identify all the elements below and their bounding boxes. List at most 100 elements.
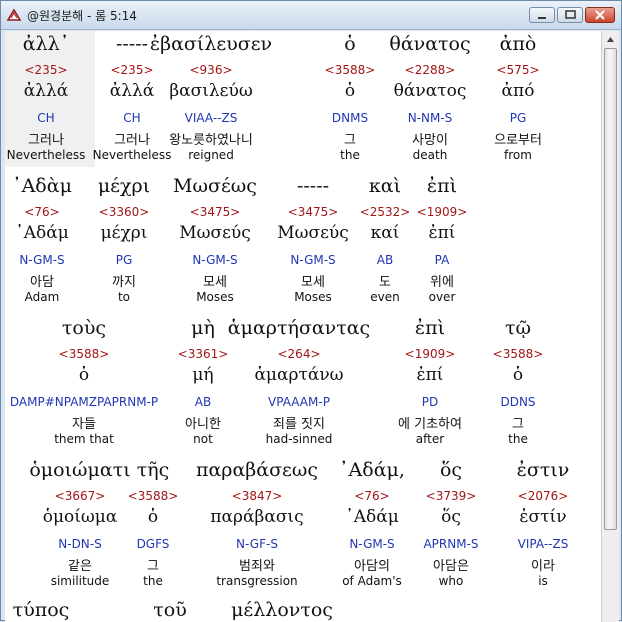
greek-word[interactable]: -----	[116, 33, 148, 55]
greek-word[interactable]: -----	[297, 175, 329, 197]
lemma-word: ἀλλά	[23, 81, 69, 101]
parsing-code: AB	[376, 253, 394, 267]
parsing-code: N-GM-S	[19, 253, 65, 267]
greek-word[interactable]: ὅς	[440, 459, 462, 481]
strong-number: <76>	[24, 205, 60, 219]
korean-gloss: 그	[147, 559, 159, 574]
parsing-code: PD	[421, 395, 439, 409]
strong-number: <76>	[354, 489, 390, 503]
english-gloss: is	[538, 574, 548, 588]
strong-number: <3588>	[127, 489, 179, 503]
lemma-word: ὁ	[78, 365, 90, 385]
english-gloss: similitude	[50, 574, 110, 588]
strong-number: <3667>	[54, 489, 106, 503]
greek-word[interactable]: μὴ	[191, 317, 215, 339]
strong-number: <3475>	[287, 205, 339, 219]
interlinear-view[interactable]: ἀλλ᾽ <235> ἀλλά CH 그러나 Nevertheless ----- <235>…	[5, 31, 601, 622]
korean-gloss: 그	[344, 133, 356, 148]
greek-word[interactable]: ἐβασίλευσεν	[150, 33, 272, 55]
parsing-code: PG	[115, 253, 133, 267]
english-gloss: Adam	[24, 290, 60, 304]
korean-gloss: 아담	[30, 275, 54, 290]
scroll-thumb[interactable]	[604, 48, 617, 530]
greek-word[interactable]: ἐπὶ	[415, 317, 445, 339]
korean-gloss: 모세	[203, 275, 227, 290]
lemma-word: καί	[370, 223, 400, 243]
lemma-word: ἐπί	[416, 365, 444, 385]
minimize-button[interactable]	[529, 7, 555, 23]
parsing-code: N-GM-S	[349, 537, 395, 551]
english-gloss: over	[428, 290, 456, 304]
english-gloss: transgression	[216, 574, 298, 588]
lemma-word: Μωσεύς	[277, 223, 349, 243]
strong-number: <1909>	[416, 205, 468, 219]
english-gloss: reigned	[188, 148, 234, 162]
korean-gloss: 으로부터	[494, 133, 542, 148]
strong-number: <575>	[496, 63, 540, 77]
strong-number: <235>	[24, 63, 68, 77]
korean-gloss: 이라	[531, 559, 555, 574]
korean-gloss: 죄를 짓지	[273, 417, 325, 432]
greek-word[interactable]: ἁμαρτήσαντας	[228, 317, 370, 339]
korean-gloss: 그	[512, 417, 524, 432]
greek-word[interactable]: θάνατος	[389, 33, 470, 55]
lemma-word: ὁ	[512, 365, 524, 385]
greek-word[interactable]: τῷ	[505, 317, 531, 339]
lemma-word: μέχρι	[100, 223, 148, 243]
lemma-word: ᾽Αδάμ	[345, 507, 399, 527]
greek-word[interactable]: ᾽Αδάμ,	[339, 459, 405, 481]
greek-word[interactable]: καὶ	[369, 175, 401, 197]
lemma-word: ἐπί	[428, 223, 456, 243]
lemma-word: ὁμοίωμα	[42, 507, 118, 527]
title-bar[interactable]: @원경분해 - 롬 5:14	[1, 1, 621, 30]
korean-gloss: 모세	[301, 275, 325, 290]
english-gloss: had-sinned	[265, 432, 333, 446]
greek-word[interactable]: ἐστιν	[517, 459, 570, 481]
scroll-up-arrow-icon[interactable]	[602, 31, 619, 48]
greek-word[interactable]: τοῦ	[153, 599, 187, 621]
greek-word[interactable]: ἐπὶ	[427, 175, 457, 197]
lemma-word: ᾽Αδάμ	[15, 223, 69, 243]
greek-word[interactable]: ἀπὸ	[500, 33, 537, 55]
close-button[interactable]	[585, 7, 615, 23]
greek-word[interactable]: μέλλοντος	[231, 599, 333, 621]
greek-word[interactable]: τοὺς	[62, 317, 106, 339]
app-icon	[6, 8, 22, 21]
parsing-code: AB	[194, 395, 212, 409]
greek-word[interactable]: τῆς	[137, 459, 170, 481]
greek-word[interactable]: ἀλλ᾽	[23, 33, 69, 55]
maximize-button[interactable]	[557, 7, 583, 23]
vertical-scrollbar[interactable]	[601, 31, 619, 622]
greek-word[interactable]: ὁ	[344, 33, 355, 55]
parsing-code: N-GM-S	[290, 253, 336, 267]
lemma-word: ἐστίν	[519, 507, 567, 527]
parsing-code: N-GF-S	[236, 537, 278, 551]
greek-word[interactable]: μέχρι	[98, 175, 150, 197]
greek-word[interactable]: Μωσέως	[173, 175, 257, 197]
lemma-word: ἀλλά	[109, 81, 155, 101]
english-gloss: after	[415, 432, 445, 446]
english-gloss: Nevertheless	[6, 148, 86, 162]
english-gloss: even	[370, 290, 400, 304]
greek-word[interactable]: παραβάσεως	[196, 459, 318, 481]
english-gloss: death	[412, 148, 448, 162]
lemma-word: βασιλεύω	[169, 81, 253, 101]
parsing-code: VIAA--ZS	[184, 111, 238, 125]
strong-number: <3475>	[189, 205, 241, 219]
maximize-icon	[565, 10, 576, 19]
lemma-word: Μωσεύς	[179, 223, 251, 243]
korean-gloss: 사망이	[412, 133, 448, 148]
korean-gloss: 도	[379, 275, 391, 290]
korean-gloss: 까지	[112, 275, 136, 290]
greek-word[interactable]: ὁμοιώματι	[29, 459, 130, 481]
korean-gloss: 그러나	[28, 133, 64, 148]
strong-number: <936>	[189, 63, 233, 77]
lemma-word: θάνατος	[393, 81, 467, 101]
parsing-code: N-GM-S	[192, 253, 238, 267]
korean-gloss: 자들	[72, 417, 96, 432]
korean-gloss: 아니한	[185, 417, 221, 432]
greek-word[interactable]: τύπος	[13, 599, 70, 621]
parsing-code: APRNM-S	[423, 537, 479, 551]
greek-word[interactable]: ᾽Αδὰμ	[12, 175, 72, 197]
parsing-code: VPAAAM-P	[268, 395, 330, 409]
